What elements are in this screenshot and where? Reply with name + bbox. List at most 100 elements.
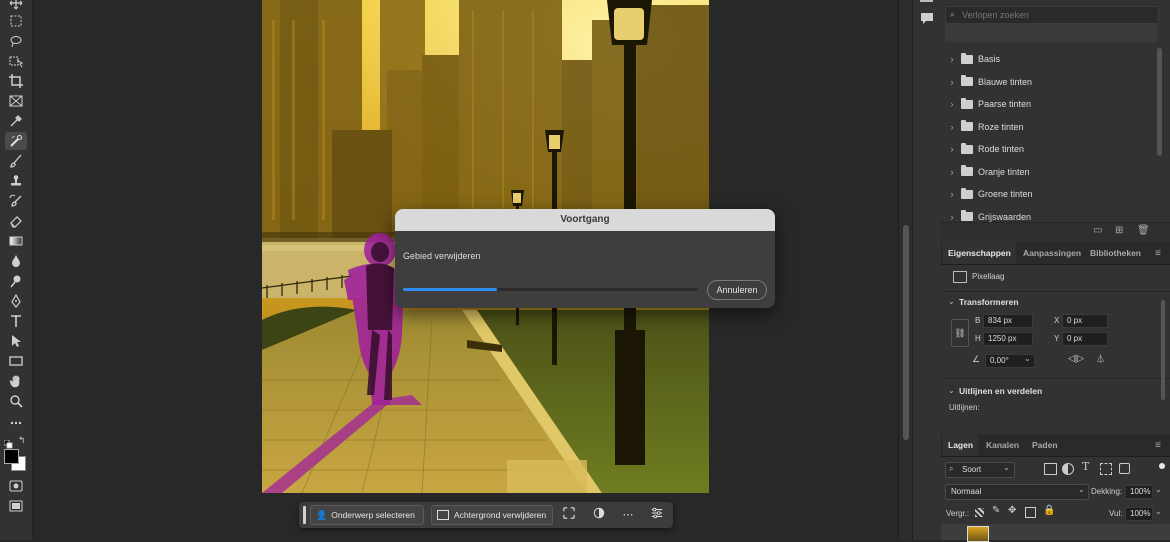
remove-background-button[interactable]: Achtergrond verwijderen [431,505,553,525]
dodge-icon[interactable] [5,272,27,290]
panel-menu-icon[interactable]: ≡ [1155,440,1161,451]
blur-icon[interactable] [5,252,27,270]
drag-handle[interactable] [303,506,306,524]
gradient-folder-item[interactable]: › Rode tinten [941,138,1157,160]
default-colors-icon[interactable] [3,436,13,449]
taskbar-settings-icon[interactable] [649,507,665,523]
comments-icon[interactable] [920,11,934,25]
tab-properties[interactable]: Eigenschappen [943,242,1016,264]
gradient-search-input[interactable] [962,7,1152,23]
gradient-folder-item[interactable]: › Groene tinten [941,183,1157,205]
type-icon[interactable] [5,312,27,330]
move-icon[interactable] [5,0,27,12]
fill-field[interactable]: 100% [1125,507,1153,521]
filter-toggle-icon[interactable] [1159,463,1165,469]
gradient-list-scrollbar[interactable] [1157,48,1162,156]
new-gradient-icon[interactable]: ⊞ [1115,225,1123,236]
scrollbar-thumb[interactable] [903,225,909,440]
more-options-icon[interactable]: ⋯ [620,507,636,523]
lock-position-icon[interactable]: ✥ [1008,505,1016,516]
object-select-icon[interactable] [5,52,27,70]
tab-channels[interactable]: Kanalen [981,434,1024,456]
chevron-down-icon[interactable]: ⌄ [948,386,955,395]
frame-icon[interactable] [5,92,27,110]
gradient-folder-item[interactable]: › Oranje tinten [941,161,1157,183]
swap-colors-icon[interactable]: ↰ [18,435,26,446]
panel-menu-icon[interactable]: ≡ [1155,248,1161,259]
stamp-icon[interactable] [5,172,27,190]
history-brush-icon[interactable] [5,192,27,210]
gradient-icon[interactable] [5,232,27,250]
zoom-icon[interactable] [5,392,27,410]
flip-horizontal-icon[interactable]: ◁|▷ [1068,353,1084,364]
eraser-icon[interactable] [5,212,27,230]
cancel-button[interactable]: Annuleren [707,280,767,300]
gradient-folder-item[interactable]: › Blauwe tinten [941,71,1157,93]
eyedropper-icon[interactable] [5,112,27,130]
filter-type-icon[interactable]: T [1082,460,1089,473]
gradient-search-field[interactable]: ⌕ [945,6,1159,24]
chevron-right-icon[interactable]: › [945,77,959,87]
chevron-right-icon[interactable]: › [945,189,959,199]
lasso-icon[interactable] [5,32,27,50]
link-dimensions-icon[interactable]: ⛓ [951,319,969,347]
pen-icon[interactable] [5,292,27,310]
width-field[interactable]: 834 px [983,314,1033,328]
layer-filter-select[interactable]: ⌕ Soort ⌄ [945,462,1015,478]
chevron-down-icon[interactable]: ⌄ [948,297,955,306]
opacity-field[interactable]: 100% [1125,485,1153,499]
chevron-right-icon[interactable]: › [945,122,959,132]
new-group-icon[interactable]: ▭ [1093,225,1102,236]
lock-pixels-brush-icon[interactable]: ✎ [992,505,1000,516]
chevron-right-icon[interactable]: › [945,54,959,64]
lock-artboard-icon[interactable] [1025,507,1036,518]
path-select-icon[interactable] [5,332,27,350]
adjustment-layer-icon[interactable] [591,507,607,523]
chevron-right-icon[interactable]: › [945,212,959,222]
marquee-icon[interactable] [5,12,27,30]
brush-icon[interactable] [5,152,27,170]
tab-paths[interactable]: Paden [1027,434,1063,456]
layer-row[interactable] [941,524,1170,542]
panel-collapse-icon[interactable] [920,0,933,2]
lock-all-icon[interactable]: 🔒 [1043,505,1055,516]
rectangle-icon[interactable] [5,352,27,370]
chevron-right-icon[interactable]: › [945,167,959,177]
quick-mask-icon[interactable] [5,477,27,495]
properties-scrollbar[interactable] [1161,300,1165,400]
filter-smartobject-icon[interactable] [1119,463,1130,474]
select-subject-button[interactable]: 👤 Onderwerp selecteren [310,505,424,525]
delete-icon[interactable]: 🗑 [1137,225,1150,236]
transform-selection-icon[interactable] [561,507,577,523]
screen-mode-icon[interactable] [5,497,27,515]
filter-pixel-icon[interactable] [1044,463,1057,475]
canvas-vertical-scrollbar[interactable] [898,0,913,540]
angle-dropdown-chevron-icon[interactable]: ⌄ [1024,354,1031,363]
chevron-down-icon[interactable]: ⌄ [1155,485,1162,494]
gradient-folder-item[interactable]: › Roze tinten [941,116,1157,138]
x-field[interactable]: 0 px [1062,314,1108,328]
flip-vertical-icon[interactable]: ⏃ [1096,352,1105,365]
filter-shape-icon[interactable] [1100,463,1112,475]
align-section-title[interactable]: Uitlijnen en verdelen [959,386,1042,396]
tab-adjustments[interactable]: Aanpassingen [1018,242,1086,264]
chevron-down-icon[interactable]: ⌄ [1155,507,1162,516]
remove-tool-icon[interactable] [5,132,27,150]
tab-libraries[interactable]: Bibliotheken [1085,242,1146,264]
chevron-right-icon[interactable]: › [945,144,959,154]
tab-layers[interactable]: Lagen [943,434,979,456]
select-subject-label: Onderwerp selecteren [331,510,415,520]
gradient-folder-item[interactable]: › Basis [941,48,1157,70]
filter-adjustment-icon[interactable] [1062,463,1074,475]
chevron-right-icon[interactable]: › [945,99,959,109]
height-field[interactable]: 1250 px [983,332,1033,346]
y-field[interactable]: 0 px [1062,332,1108,346]
foreground-color-swatch[interactable] [4,449,19,464]
crop-icon[interactable] [5,72,27,90]
hand-icon[interactable] [5,372,27,390]
more-tools-icon[interactable] [5,414,27,432]
lock-transparency-icon[interactable] [975,508,984,517]
gradient-folder-item[interactable]: › Paarse tinten [941,93,1157,115]
blend-mode-select[interactable]: Normaal ⌄ [945,484,1089,500]
transform-section-title[interactable]: Transformeren [959,297,1019,307]
